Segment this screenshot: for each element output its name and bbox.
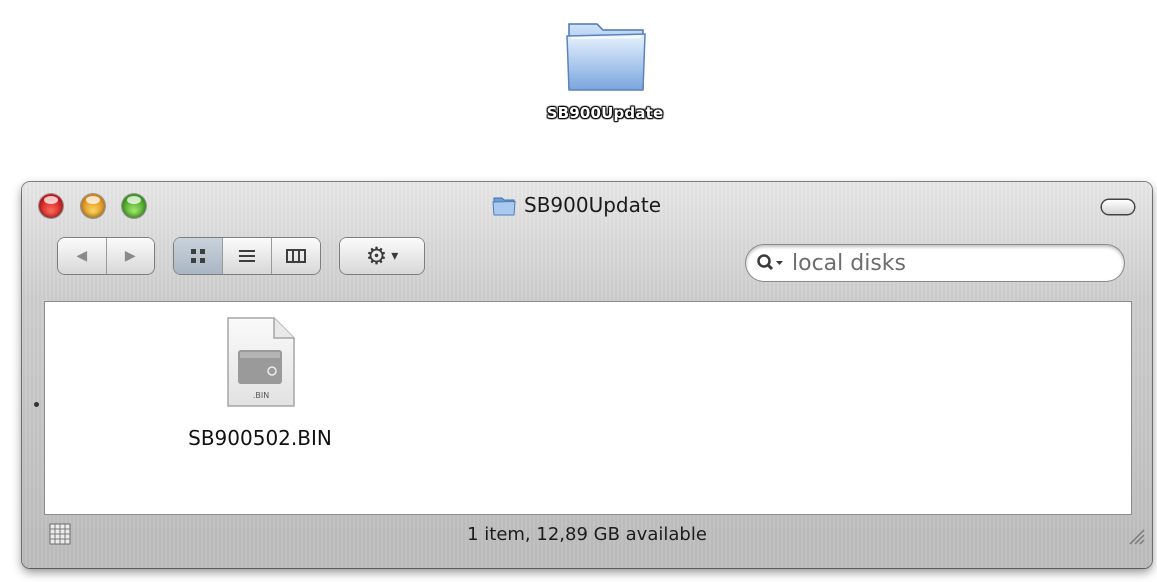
search-icon[interactable] [756, 253, 786, 273]
zoom-button[interactable] [122, 194, 146, 218]
file-name: SB900502.BIN [188, 426, 332, 450]
toolbar-toggle-button[interactable] [1102, 200, 1134, 214]
column-view-button[interactable] [271, 238, 320, 274]
window-title: SB900Update [492, 192, 661, 218]
back-button[interactable]: ◀ [58, 238, 106, 274]
icon-view-button[interactable] [174, 238, 222, 274]
back-arrow-icon: ◀ [76, 248, 88, 264]
window-title-text: SB900Update [524, 193, 662, 217]
desktop-folder-label: SB900Update [546, 104, 664, 122]
back-forward-control: ◀ ▶ [58, 238, 154, 274]
file-item[interactable]: .BIN SB900502.BIN [165, 316, 355, 450]
column-view-icon [286, 249, 306, 263]
view-mode-control [174, 238, 320, 274]
search-field [746, 245, 1124, 281]
title-bar[interactable]: SB900Update [22, 182, 1152, 228]
forward-button[interactable]: ▶ [105, 238, 155, 274]
folder-icon [492, 197, 516, 216]
gear-icon: ⚙ [365, 242, 388, 270]
chevron-down-icon: ▾ [391, 248, 399, 264]
file-type-label: .BIN [253, 391, 269, 400]
forward-arrow-icon: ▶ [124, 248, 136, 264]
list-view-icon [239, 250, 255, 262]
search-input[interactable] [790, 249, 1094, 277]
finder-window: SB900Update ◀ ▶ ⚙ ▾ local disks .BIN SB9… [22, 182, 1152, 568]
resize-handle-icon[interactable] [1124, 524, 1146, 546]
sidebar-drag-handle[interactable] [34, 402, 39, 407]
action-menu-content: ⚙ ▾ [340, 238, 424, 274]
status-text: 1 item, 12,89 GB available [467, 524, 707, 545]
action-menu-button[interactable]: ⚙ ▾ [340, 238, 424, 274]
bin-file-icon: .BIN [227, 317, 295, 407]
minimize-button[interactable] [81, 194, 105, 218]
close-button[interactable] [39, 194, 63, 218]
list-view-button[interactable] [222, 238, 271, 274]
folder-icon [566, 23, 646, 91]
icon-view-icon [191, 249, 205, 263]
status-bar: 1 item, 12,89 GB available [22, 516, 1152, 554]
desktop-folder[interactable]: SB900Update [500, 4, 710, 144]
file-browser-area[interactable]: .BIN SB900502.BIN [45, 302, 1131, 514]
